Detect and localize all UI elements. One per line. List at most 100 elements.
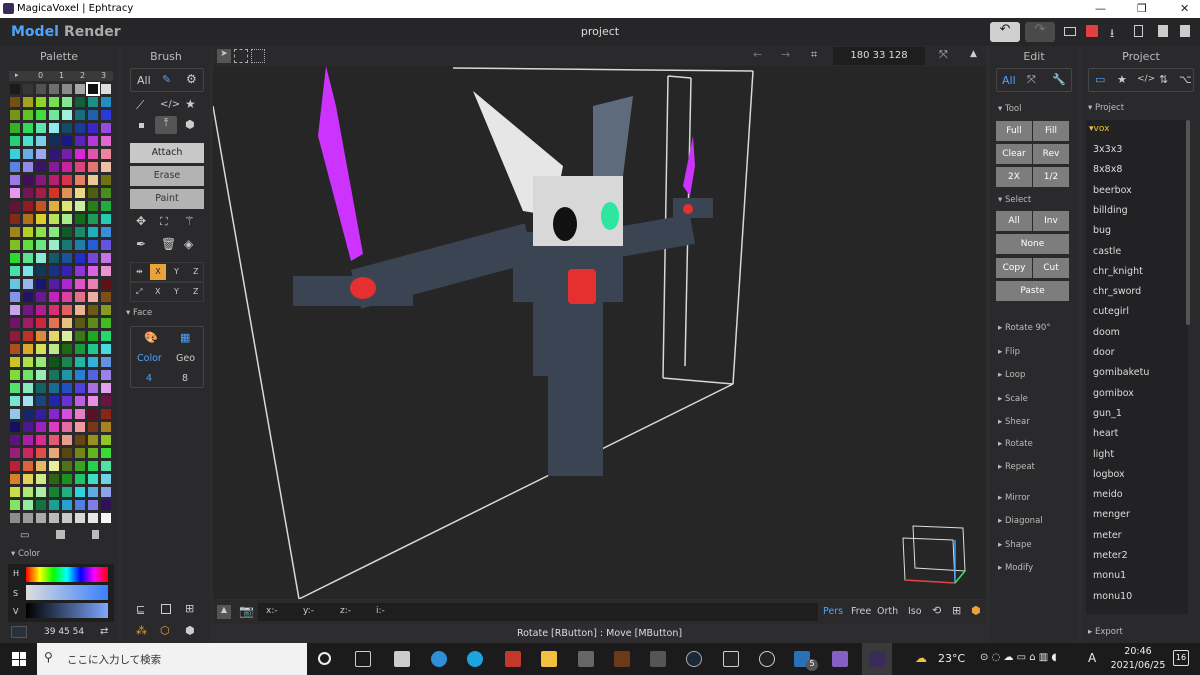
palette-swatch[interactable]	[75, 123, 85, 133]
palette-swatch[interactable]	[23, 188, 33, 198]
reset-view-icon[interactable]: ⟲	[932, 604, 941, 617]
video-icon[interactable]	[578, 651, 594, 667]
saturation-slider[interactable]	[26, 585, 108, 600]
palette-swatch[interactable]	[10, 422, 20, 432]
palette-swatch[interactable]	[101, 448, 111, 458]
palette-swatch[interactable]	[101, 266, 111, 276]
value-slider[interactable]	[26, 603, 108, 618]
tab-render[interactable]: Render	[64, 24, 121, 40]
project-scrollbar[interactable]	[1186, 120, 1190, 325]
palette-swatch[interactable]	[75, 500, 85, 510]
palette-swatch[interactable]	[49, 409, 59, 419]
palette-swatch[interactable]	[23, 214, 33, 224]
tree-icon[interactable]: ⌥	[1179, 73, 1192, 86]
palette-swatch[interactable]	[101, 97, 111, 107]
op-modify[interactable]: ▸ Modify	[998, 563, 1033, 573]
palette-swatch[interactable]	[36, 331, 46, 341]
palette-swatch[interactable]	[88, 279, 98, 289]
palette-swatch[interactable]	[88, 266, 98, 276]
project-item[interactable]: doom	[1093, 327, 1120, 338]
palette-swatch[interactable]	[88, 240, 98, 250]
axis2-x-toggle[interactable]: X	[155, 287, 160, 296]
palette-swatch[interactable]	[23, 84, 33, 94]
palette-swatch[interactable]	[88, 305, 98, 315]
palette-swatch[interactable]	[49, 487, 59, 497]
op-shape[interactable]: ▸ Shape	[998, 540, 1032, 550]
palette-icon[interactable]: 🎨	[144, 331, 158, 344]
palette-swatch[interactable]	[49, 227, 59, 237]
paste-icon[interactable]	[1180, 25, 1190, 37]
palette-swatch[interactable]	[10, 227, 20, 237]
palette-swatch[interactable]	[23, 383, 33, 393]
clock-date[interactable]: 2021/06/25	[1104, 660, 1172, 671]
palette-swatch[interactable]	[49, 279, 59, 289]
palette-swatch[interactable]	[75, 214, 85, 224]
project-item[interactable]: chr_sword	[1093, 286, 1141, 297]
palette-swatch[interactable]	[101, 188, 111, 198]
palette-swatch[interactable]	[49, 396, 59, 406]
wrench-icon[interactable]: 🔧	[1052, 73, 1066, 86]
palette-swatch[interactable]	[10, 318, 20, 328]
palette-swatch[interactable]	[101, 357, 111, 367]
trash-icon[interactable]: 🗑	[161, 237, 176, 251]
palette-swatch[interactable]	[36, 422, 46, 432]
palette-swatch[interactable]	[62, 344, 72, 354]
palette-grid[interactable]	[10, 82, 114, 524]
palette-swatch[interactable]	[49, 201, 59, 211]
palette-swatch[interactable]	[49, 110, 59, 120]
op-diagonal[interactable]: ▸ Diagonal	[998, 516, 1043, 526]
palette-swatch[interactable]	[88, 110, 98, 120]
project-item[interactable]: light	[1093, 449, 1114, 460]
double-button[interactable]: 2X	[996, 167, 1032, 187]
select-all-button[interactable]: All	[996, 211, 1032, 231]
palette-swatch[interactable]	[10, 461, 20, 471]
palette-swatch[interactable]	[36, 513, 46, 523]
axis2-z-toggle[interactable]: Z	[193, 287, 198, 296]
palette-swatch[interactable]	[49, 435, 59, 445]
project-item[interactable]: billding	[1093, 205, 1128, 216]
close-button[interactable]: ✕	[1180, 2, 1189, 15]
attach-button[interactable]: Attach	[130, 143, 204, 163]
color-picker[interactable]: H S V	[8, 564, 114, 622]
palette-swatch[interactable]	[10, 279, 20, 289]
palette-swatch[interactable]	[62, 409, 72, 419]
palette-swatch[interactable]	[23, 110, 33, 120]
palette-swatch[interactable]	[62, 240, 72, 250]
palette-swatch[interactable]	[88, 175, 98, 185]
palette-swatch[interactable]	[88, 201, 98, 211]
current-color-swatch[interactable]	[11, 626, 27, 638]
layout-icon-1[interactable]: ⊑	[136, 603, 145, 616]
project-item[interactable]: 3x3x3	[1093, 144, 1122, 155]
palette-swatch[interactable]	[36, 383, 46, 393]
palette-swatch[interactable]	[36, 227, 46, 237]
palette-swatch[interactable]	[88, 487, 98, 497]
paste-button[interactable]: Paste	[996, 281, 1069, 301]
palette-swatch[interactable]	[62, 266, 72, 276]
folder-icon[interactable]: ▭	[1095, 73, 1105, 86]
save-icon[interactable]	[1086, 25, 1098, 37]
view-iso[interactable]: Iso	[908, 606, 922, 617]
palette-swatch[interactable]	[10, 370, 20, 380]
palette-swatch[interactable]	[23, 149, 33, 159]
palette-swatch[interactable]	[62, 396, 72, 406]
region-select-icon[interactable]	[251, 49, 265, 63]
camera-icon[interactable]: 📷	[239, 604, 254, 618]
palette-swatch[interactable]	[23, 266, 33, 276]
expand-icon[interactable]: ⤧	[1027, 73, 1036, 87]
palette-swatch[interactable]	[75, 149, 85, 159]
palette-swatch[interactable]	[101, 331, 111, 341]
palette-swatch[interactable]	[62, 292, 72, 302]
palette-swatch[interactable]	[49, 331, 59, 341]
palette-swatch[interactable]	[62, 214, 72, 224]
sort-icon[interactable]: ⇅	[1159, 73, 1168, 86]
palette-swatch[interactable]	[101, 370, 111, 380]
minimize-button[interactable]: —	[1095, 2, 1106, 15]
edit-filter-all[interactable]: All	[1002, 74, 1016, 87]
palette-swatch[interactable]	[10, 240, 20, 250]
palette-swatch[interactable]	[75, 383, 85, 393]
palette-swatch[interactable]	[62, 162, 72, 172]
select-none-button[interactable]: None	[996, 234, 1069, 254]
palette-swatch[interactable]	[36, 279, 46, 289]
palette-swatch[interactable]	[23, 201, 33, 211]
palette-swatch[interactable]	[10, 110, 20, 120]
